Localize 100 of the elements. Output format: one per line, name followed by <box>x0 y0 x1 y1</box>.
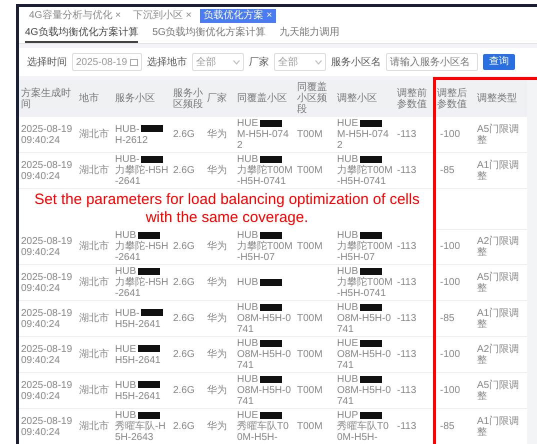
cell-name: HUB <box>337 230 358 241</box>
table-cell: -100 <box>440 349 460 360</box>
column-header: 调整类型 <box>477 93 517 104</box>
cell-name: HUB <box>115 410 136 421</box>
cell-name: HUE <box>237 410 258 421</box>
cell-name: 力攀陀-H5H-2641 <box>115 241 168 263</box>
cell-name: O8M-H5H-0741 <box>237 349 291 371</box>
select-field[interactable]: 全部 <box>192 53 244 71</box>
table-cell: 湖北市 <box>79 241 109 252</box>
table-cell: 2025-08-19 09:40:24 <box>21 416 72 438</box>
table-cell: -113 <box>397 129 416 140</box>
page-tab[interactable]: 负载优化方案 × <box>200 9 276 22</box>
table-cell: T00M <box>297 129 323 140</box>
column-header: 同覆盖小区频段 <box>297 82 327 115</box>
cell-name: M-H5H-0742 <box>337 129 389 151</box>
table-cell: -85 <box>440 165 454 176</box>
cell-name: 秀曜车队-H5H-2643 <box>115 421 166 443</box>
table-cell: 2.6G <box>173 277 195 288</box>
table-cell: 华为 <box>207 385 227 396</box>
page-tab[interactable]: 下沉到小区 × <box>128 9 196 22</box>
table-cell: 湖北市 <box>79 421 109 432</box>
table-cell: 华为 <box>207 349 227 360</box>
table-cell: 湖北市 <box>79 277 109 288</box>
cell-name: HUB <box>237 277 258 288</box>
cell-name: 秀曜车队T00M-H5H- <box>237 421 289 443</box>
column-header: 服务小区 <box>115 93 155 104</box>
table-cell: 2.6G <box>173 385 195 396</box>
table-cell: 2.6G <box>173 349 195 360</box>
filter-label: 厂家 <box>249 56 269 70</box>
table-cell: A2门限调整 <box>477 344 520 366</box>
table-cell: -100 <box>440 385 460 396</box>
table-cell: 湖北市 <box>79 385 109 396</box>
column-header: 厂家 <box>207 93 227 104</box>
table-cell: -100 <box>440 241 460 252</box>
table-cell: A5门限调整 <box>477 124 520 146</box>
table-cell: 华为 <box>207 129 227 140</box>
table-cell: 2.6G <box>173 129 195 140</box>
table-cell: 2.6G <box>173 241 195 252</box>
column-header: 同覆盖小区 <box>237 93 287 104</box>
column-header: 调整前参数值 <box>397 88 427 110</box>
table-cell: T00M <box>297 385 323 396</box>
cell-name: 力攀陀T00M-H5H-0741 <box>337 277 393 299</box>
table-cell: 湖北市 <box>79 313 109 324</box>
caret-icon <box>315 60 322 64</box>
column-header: 方案生成时间 <box>21 88 71 110</box>
cell-name: HUB <box>237 230 258 241</box>
table-cell: 华为 <box>207 165 227 176</box>
cell-name: HUB <box>337 302 358 313</box>
cell-name: O8M-H5H-0741 <box>237 385 291 407</box>
date-field[interactable]: 2025-08-19 <box>72 53 142 71</box>
cell-name: 力攀陀-H5H-2641 <box>115 277 168 299</box>
table-cell: -100 <box>440 129 460 140</box>
annotation-text: Set the parameters for load balancing optimization of cells with the same coverage. <box>33 191 421 227</box>
table-cell: 2025-08-19 09:40:24 <box>21 272 72 294</box>
table-cell: 2025-08-19 09:40:24 <box>21 380 72 402</box>
cell-name: M-H5H-0742 <box>237 129 289 151</box>
tab[interactable]: 5G负载均衡优化方案计算 <box>152 24 266 43</box>
cell-name: O8M-H5H-0741 <box>237 313 291 335</box>
tab[interactable]: 九天能力调用 <box>280 24 340 43</box>
table-cell: -113 <box>397 385 416 396</box>
search-field[interactable]: 请输入服务小区名 <box>386 53 478 71</box>
cell-name: HUB- <box>115 124 140 134</box>
table-cell: 2.6G <box>173 313 195 324</box>
calendar-icon <box>130 58 138 66</box>
table-cell: -113 <box>397 165 416 176</box>
table-cell: -85 <box>440 421 454 432</box>
table-cell: 2.6G <box>173 421 195 432</box>
select-field[interactable]: 全部 <box>274 53 326 71</box>
cell-name: HUB <box>115 380 136 390</box>
cell-name: HUP <box>337 410 358 421</box>
table-cell: T00M <box>297 165 323 176</box>
page-tab[interactable]: 4G容量分析与优化 × <box>25 9 125 22</box>
table-cell: A1门限调整 <box>477 160 520 182</box>
table-cell: 华为 <box>207 277 227 288</box>
table-cell: 华为 <box>207 421 227 432</box>
search-button[interactable]: 查询 <box>483 54 515 70</box>
caret-icon <box>233 60 240 64</box>
cell-name: HUB- <box>115 154 140 165</box>
table-cell: T00M <box>297 313 323 324</box>
cell-name: HUE <box>115 344 136 354</box>
filter-label: 服务小区名 <box>331 56 381 70</box>
table-cell: A5门限调整 <box>477 380 520 402</box>
table-cell: A1门限调整 <box>477 416 520 438</box>
table-cell: 湖北市 <box>79 129 109 140</box>
table-cell: 2025-08-19 09:40:24 <box>21 344 72 366</box>
cell-name: 秀曜车队T00M-H5H- <box>337 421 389 443</box>
tab[interactable]: 4G负载均衡优化方案计算 <box>25 24 138 43</box>
table-cell: A5门限调整 <box>477 272 520 294</box>
cell-name: HUB <box>337 266 358 277</box>
cell-name: 力攀陀T00M-H5H-07 <box>237 241 293 263</box>
table-cell: A2门限调整 <box>477 236 520 258</box>
table-cell: -113 <box>397 349 416 360</box>
cell-name: HUE <box>337 118 358 129</box>
cell-name: HUB <box>237 302 258 313</box>
table-cell: T00M <box>297 241 323 252</box>
cell-name: HUB <box>115 230 136 241</box>
cell-name: HUB- <box>115 308 140 318</box>
column-header: 调整小区 <box>337 93 377 104</box>
cell-name: H5H-2641 <box>115 354 161 366</box>
column-header: 地市 <box>79 93 99 104</box>
